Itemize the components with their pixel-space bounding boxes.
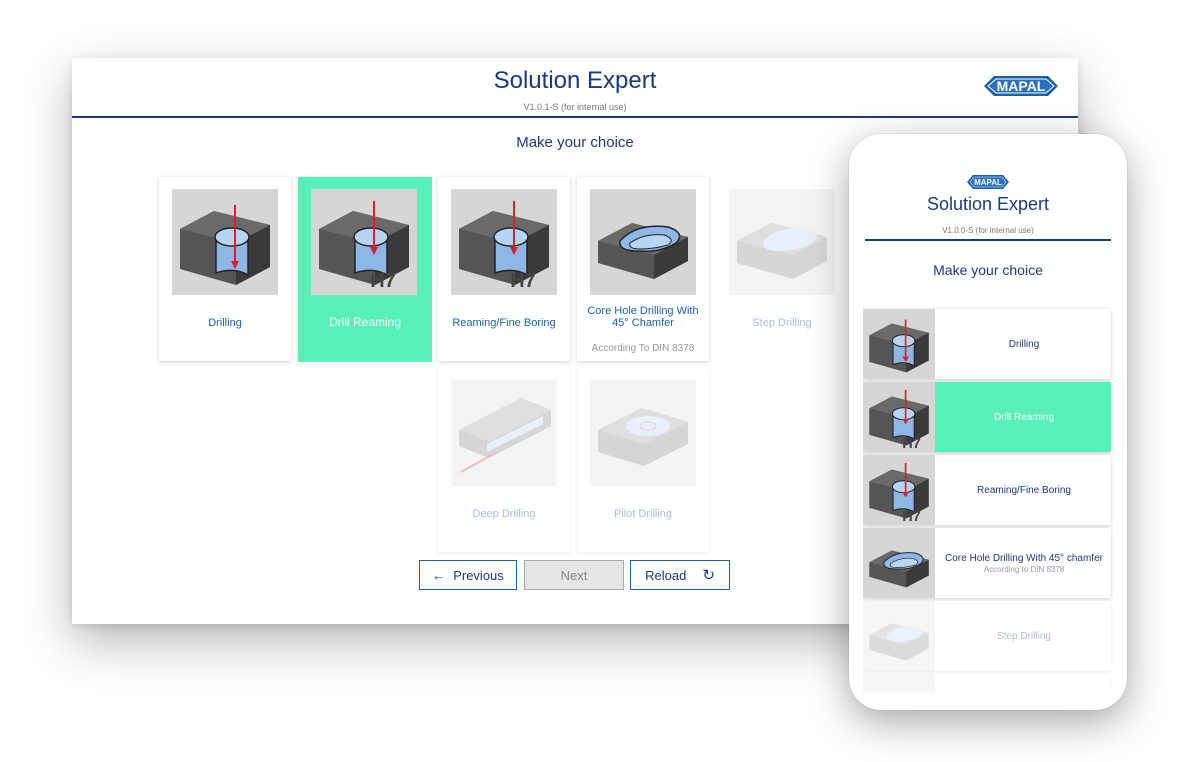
mapal-logo: MAPAL <box>966 172 1010 192</box>
header-divider <box>865 239 1111 241</box>
card-drill-reaming[interactable]: H7 Drill Reaming <box>298 177 432 362</box>
mobile-item-label: Drill Reaming <box>993 411 1054 423</box>
core-hole-icon <box>590 189 696 295</box>
card-label: Drill Reaming <box>328 315 402 329</box>
reaming-icon: H7 <box>863 455 935 525</box>
mapal-logo: MAPAL <box>982 70 1060 102</box>
app-header: Solution Expert V1.0.1-S (for internal u… <box>72 58 1078 118</box>
arrow-left-icon: ← <box>432 567 446 583</box>
logo-text: MAPAL <box>997 78 1046 94</box>
mobile-choice-heading: Make your choice <box>933 262 1043 278</box>
h7-badge: H7 <box>370 270 396 292</box>
card-step-drilling: Step Drilling <box>716 177 848 361</box>
previous-label: Previous <box>453 567 504 583</box>
drill-reaming-icon: H7 <box>311 189 417 295</box>
reload-label: Reload <box>645 567 687 583</box>
previous-button[interactable]: ← Previous <box>419 560 517 590</box>
mobile-item-partial <box>863 674 1111 692</box>
mobile-item-reaming-fine-boring[interactable]: H7 Reaming/Fine Boring <box>863 455 1111 525</box>
mobile-item-core-hole-drilling[interactable]: Core Hole Drilling With 45° chamfer Acco… <box>863 528 1111 598</box>
mobile-item-drill-reaming[interactable]: H7 Drill Reaming <box>863 382 1111 452</box>
card-core-hole-drilling[interactable]: Core Hole Drilling With 45° Chamfer Acco… <box>577 177 709 361</box>
logo-text: MAPAL <box>974 178 1002 187</box>
mobile-item-label: Drilling <box>1008 338 1040 350</box>
pilot-drilling-icon <box>590 380 696 486</box>
card-drilling[interactable]: Drilling <box>159 177 291 361</box>
step-drilling-icon <box>863 601 935 671</box>
mobile-item-step-drilling: Step Drilling <box>863 601 1111 671</box>
card-label: Core Hole Drilling With 45° Chamfer <box>587 305 699 329</box>
reaming-icon: H7 <box>451 189 557 295</box>
card-sub-label: According To DIN 8378 <box>591 343 695 354</box>
mobile-item-label: Reaming/Fine Boring <box>977 484 1071 496</box>
card-deep-drilling: Deep Drilling <box>438 368 570 552</box>
app-title: Solution Expert <box>493 67 657 94</box>
drill-reaming-icon: H7 <box>863 382 935 452</box>
h7-badge: H7 <box>902 436 921 452</box>
card-label: Step Drilling <box>752 317 812 329</box>
next-button[interactable]: Next <box>524 560 624 590</box>
h7-badge: H7 <box>902 509 921 525</box>
card-reaming-fine-boring[interactable]: H7 Reaming/Fine Boring <box>438 177 570 361</box>
card-label: Deep Drilling <box>472 508 536 520</box>
card-label: Reaming/Fine Boring <box>452 317 556 329</box>
mobile-item-label: Step Drilling <box>997 630 1051 642</box>
step-drilling-icon <box>729 189 835 295</box>
deep-drilling-icon <box>863 674 935 692</box>
reload-button[interactable]: Reload ↻ <box>630 560 730 590</box>
card-pilot-drilling: Pilot Drilling <box>577 368 709 552</box>
mobile-app-title: Solution Expert <box>926 194 1050 214</box>
card-label: Pilot Drilling <box>613 508 673 520</box>
core-hole-icon <box>863 528 935 598</box>
mobile-item-label: Core Hole Drilling With 45° chamfer Acco… <box>945 552 1103 574</box>
deep-drilling-icon <box>451 380 557 486</box>
mobile-app-version: V1.0.0-S (for internal use) <box>942 226 1034 235</box>
drilling-icon <box>863 309 935 379</box>
mobile-device: MAPAL Solution Expert V1.0.0-S (for inte… <box>849 134 1127 710</box>
mobile-screen: MAPAL Solution Expert V1.0.0-S (for inte… <box>863 162 1113 692</box>
mobile-item-sub-label: According to DIN 8378 <box>983 564 1065 574</box>
h7-badge: H7 <box>510 270 536 292</box>
card-label: Drilling <box>208 317 242 329</box>
reload-icon: ↻ <box>702 567 715 584</box>
app-version: V1.0.1-S (for internal use) <box>523 102 627 112</box>
mobile-item-drilling[interactable]: Drilling <box>863 309 1111 379</box>
next-label: Next <box>560 567 588 583</box>
drilling-icon <box>172 189 278 295</box>
